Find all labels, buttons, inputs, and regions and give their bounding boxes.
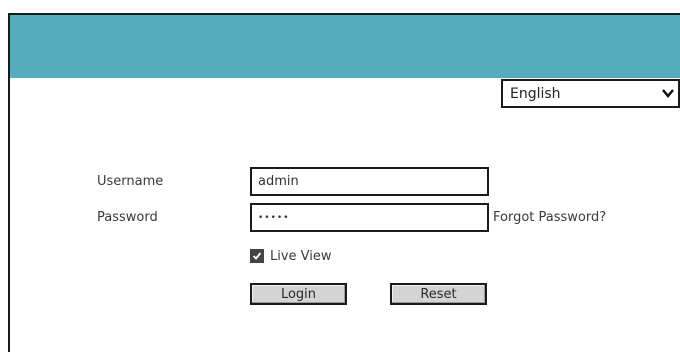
language-select[interactable]: English <box>501 79 680 108</box>
forgot-password-link[interactable]: Forgot Password? <box>493 210 606 225</box>
username-input[interactable]: admin <box>250 167 489 196</box>
live-view-label: Live View <box>270 248 332 264</box>
language-select-value: English <box>510 85 561 102</box>
password-input[interactable]: ••••• <box>250 203 489 232</box>
username-label: Username <box>97 174 164 189</box>
username-input-value: admin <box>258 174 299 189</box>
reset-button[interactable]: Reset <box>390 283 487 305</box>
header-bar <box>10 15 680 78</box>
live-view-checkbox[interactable] <box>250 249 264 263</box>
password-input-value: ••••• <box>258 212 290 223</box>
chevron-down-icon <box>662 89 674 98</box>
password-label: Password <box>97 210 158 225</box>
checkmark-icon <box>252 252 262 260</box>
live-view-option[interactable]: Live View <box>250 247 332 265</box>
login-button[interactable]: Login <box>250 283 347 305</box>
